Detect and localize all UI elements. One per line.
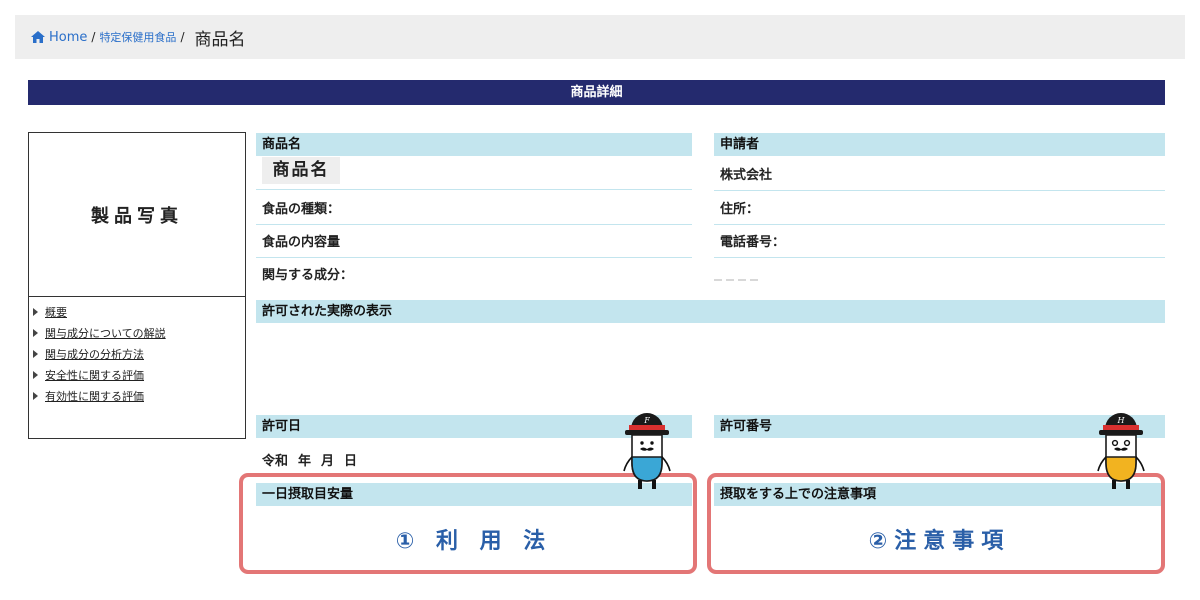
- mascot-blue-icon: F: [623, 413, 671, 489]
- nav-item-safety-evaluation: 安全性に関する評価: [29, 364, 245, 385]
- triangle-right-icon: [33, 349, 38, 358]
- nav-link[interactable]: 関与成分についての解説: [45, 325, 166, 341]
- faint-text-placeholder: [714, 266, 774, 281]
- nav-item-efficacy-evaluation: 有効性に関する評価: [29, 385, 245, 406]
- usage-callout: ① 利 用 法: [395, 529, 553, 554]
- nav-item-ingredient-explanation: 関与成分についての解説: [29, 322, 245, 343]
- food-type-row: 食品の種類：: [256, 195, 692, 225]
- triangle-right-icon: [33, 307, 38, 316]
- breadcrumb-home-label: Home: [49, 29, 88, 45]
- precautions-callout: ②注意事項: [868, 529, 1011, 554]
- triangle-right-icon: [33, 370, 38, 379]
- breadcrumb-current: 商品名: [194, 29, 246, 50]
- nav-link[interactable]: 有効性に関する評価: [45, 388, 144, 404]
- triangle-right-icon: [33, 391, 38, 400]
- product-name-header: 商品名: [256, 133, 692, 156]
- nav-link[interactable]: 安全性に関する評価: [45, 367, 144, 383]
- applicant-header: 申請者: [714, 133, 1165, 156]
- home-icon: [31, 31, 45, 43]
- breadcrumb-separator: /: [91, 30, 96, 44]
- permit-date-month: 月: [321, 454, 335, 469]
- breadcrumb-category-link[interactable]: 特定保健用食品: [99, 29, 176, 45]
- breadcrumb-separator: /: [180, 30, 185, 44]
- mascot-yellow-icon: H: [1097, 413, 1145, 489]
- permit-date-era: 令和: [262, 454, 289, 469]
- ingredient-row: 関与する成分：: [262, 268, 354, 283]
- triangle-right-icon: [33, 328, 38, 337]
- page-title: 商品詳細: [28, 80, 1165, 105]
- hat-letter: F: [643, 416, 650, 425]
- applicant-address-row: 住所：: [714, 195, 1165, 225]
- nav-link[interactable]: 概要: [45, 304, 67, 320]
- permitted-display-header: 許可された実際の表示: [256, 300, 1165, 323]
- product-photo: 製品写真: [28, 132, 246, 297]
- hat-letter: H: [1117, 416, 1126, 425]
- side-nav: 概要 関与成分についての解説 関与成分の分析方法 安全性に関する評価 有効性に関…: [28, 296, 246, 439]
- product-photo-label: 製品写真: [91, 205, 183, 227]
- applicant-phone-row: 電話番号：: [714, 228, 1165, 258]
- breadcrumb: Home / 特定保健用食品 / 商品名: [15, 15, 1185, 59]
- nav-item-overview: 概要: [29, 301, 245, 322]
- applicant-company-row: 株式会社: [714, 161, 1165, 191]
- nav-item-analysis-method: 関与成分の分析方法: [29, 343, 245, 364]
- breadcrumb-home-link[interactable]: Home: [31, 30, 87, 45]
- product-name-value: 商品名: [262, 157, 340, 184]
- permit-date-day: 日: [344, 454, 358, 469]
- nav-link[interactable]: 関与成分の分析方法: [45, 346, 144, 362]
- content-volume-row: 食品の内容量: [256, 228, 692, 258]
- permit-date-year: 年: [298, 454, 312, 469]
